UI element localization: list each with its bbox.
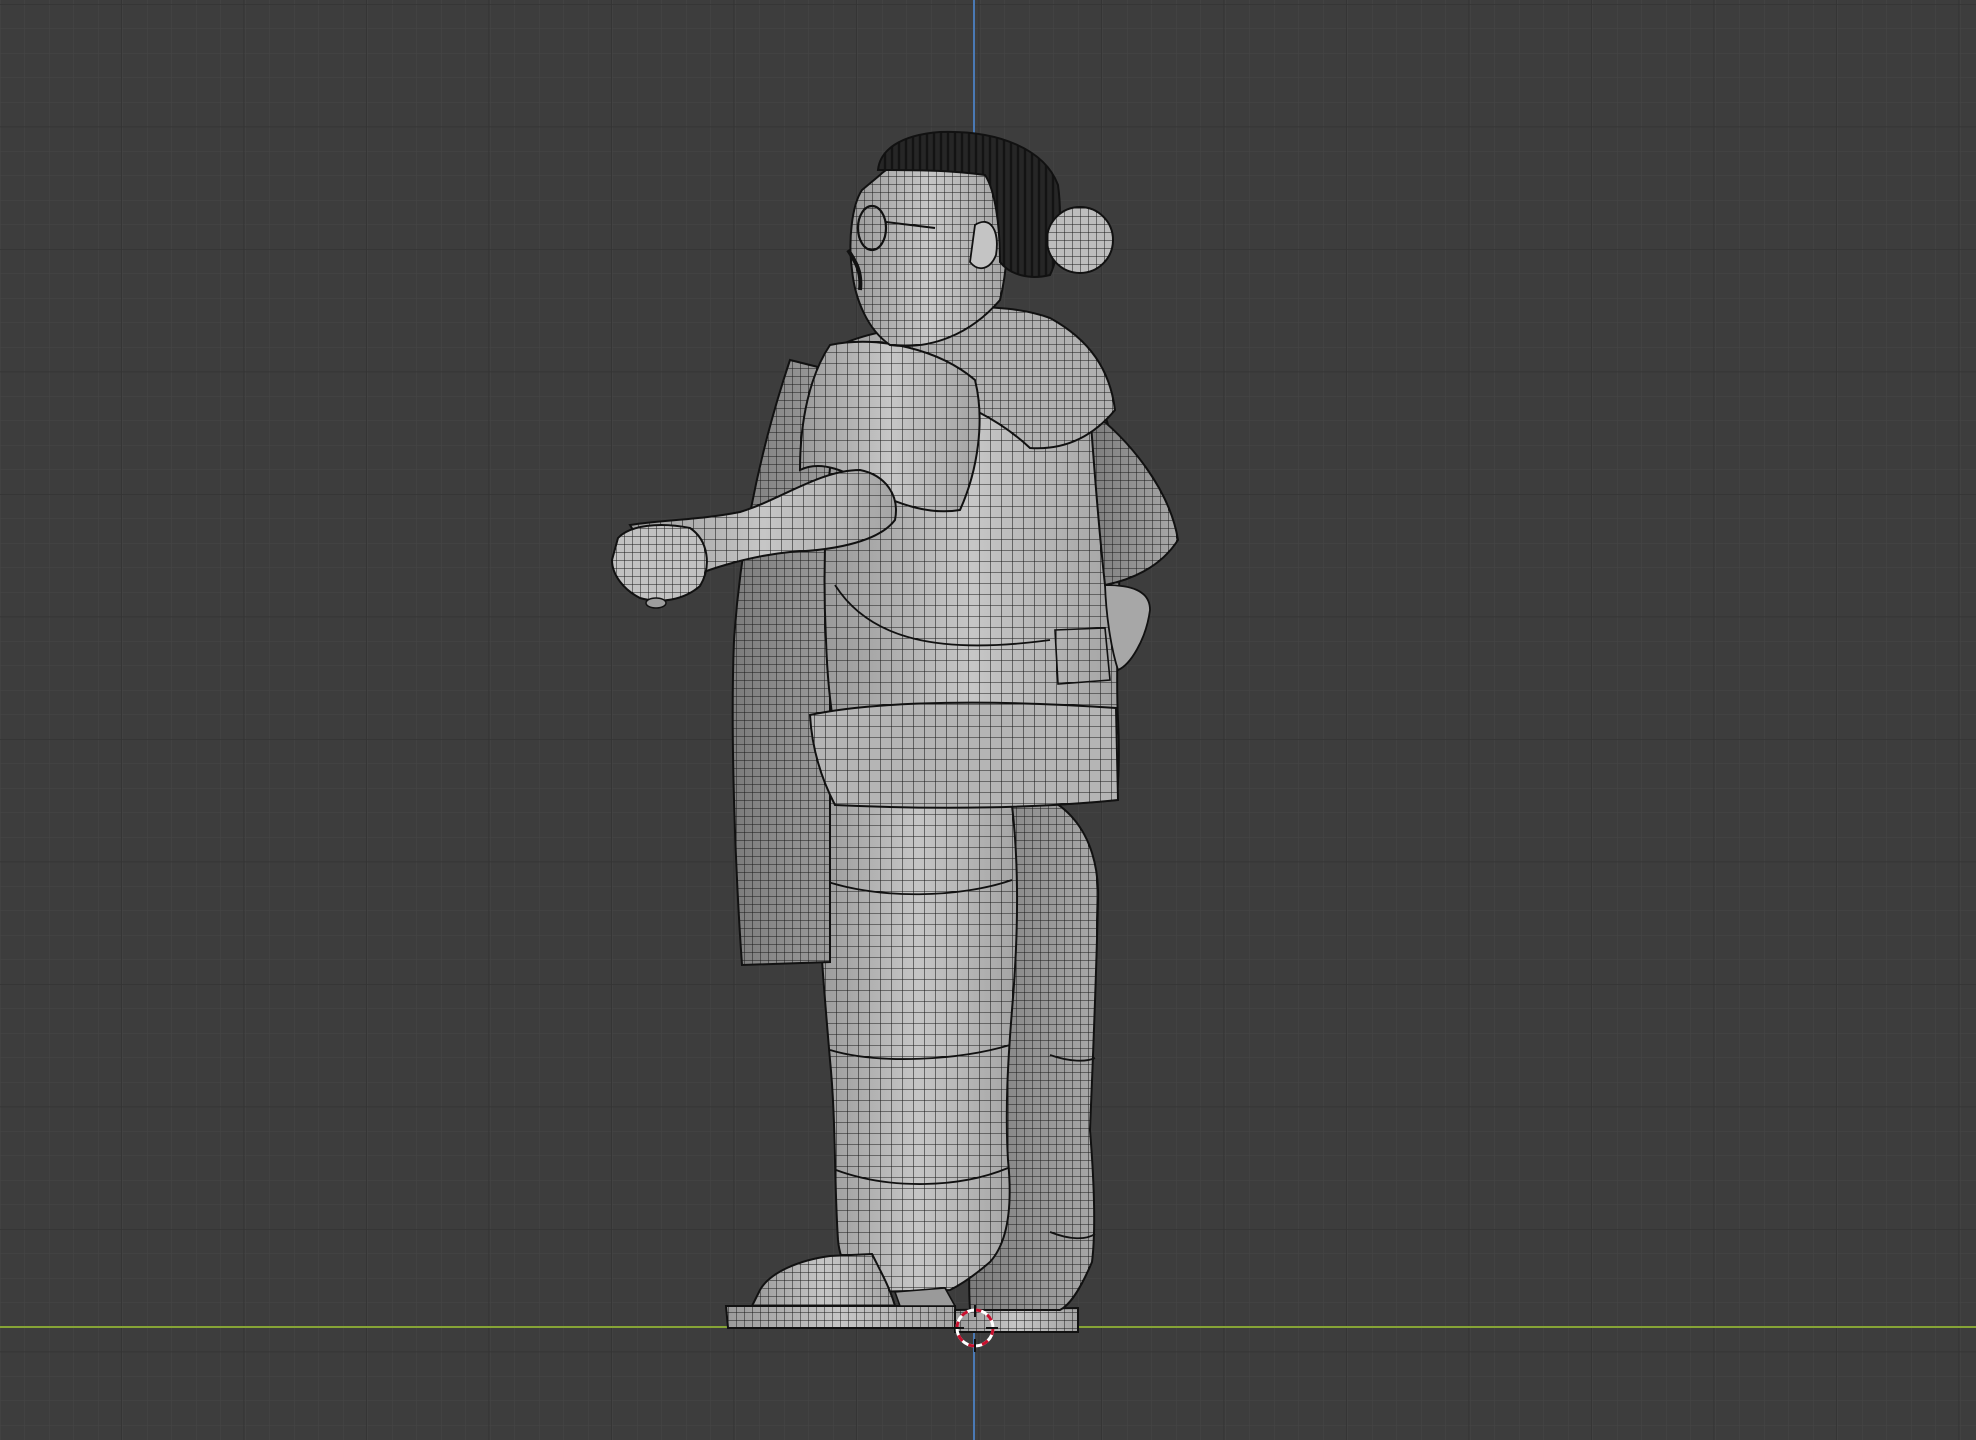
- 3d-viewport[interactable]: [0, 0, 1976, 1440]
- ear: [969, 221, 998, 270]
- viewport-canvas[interactable]: [0, 0, 1976, 1440]
